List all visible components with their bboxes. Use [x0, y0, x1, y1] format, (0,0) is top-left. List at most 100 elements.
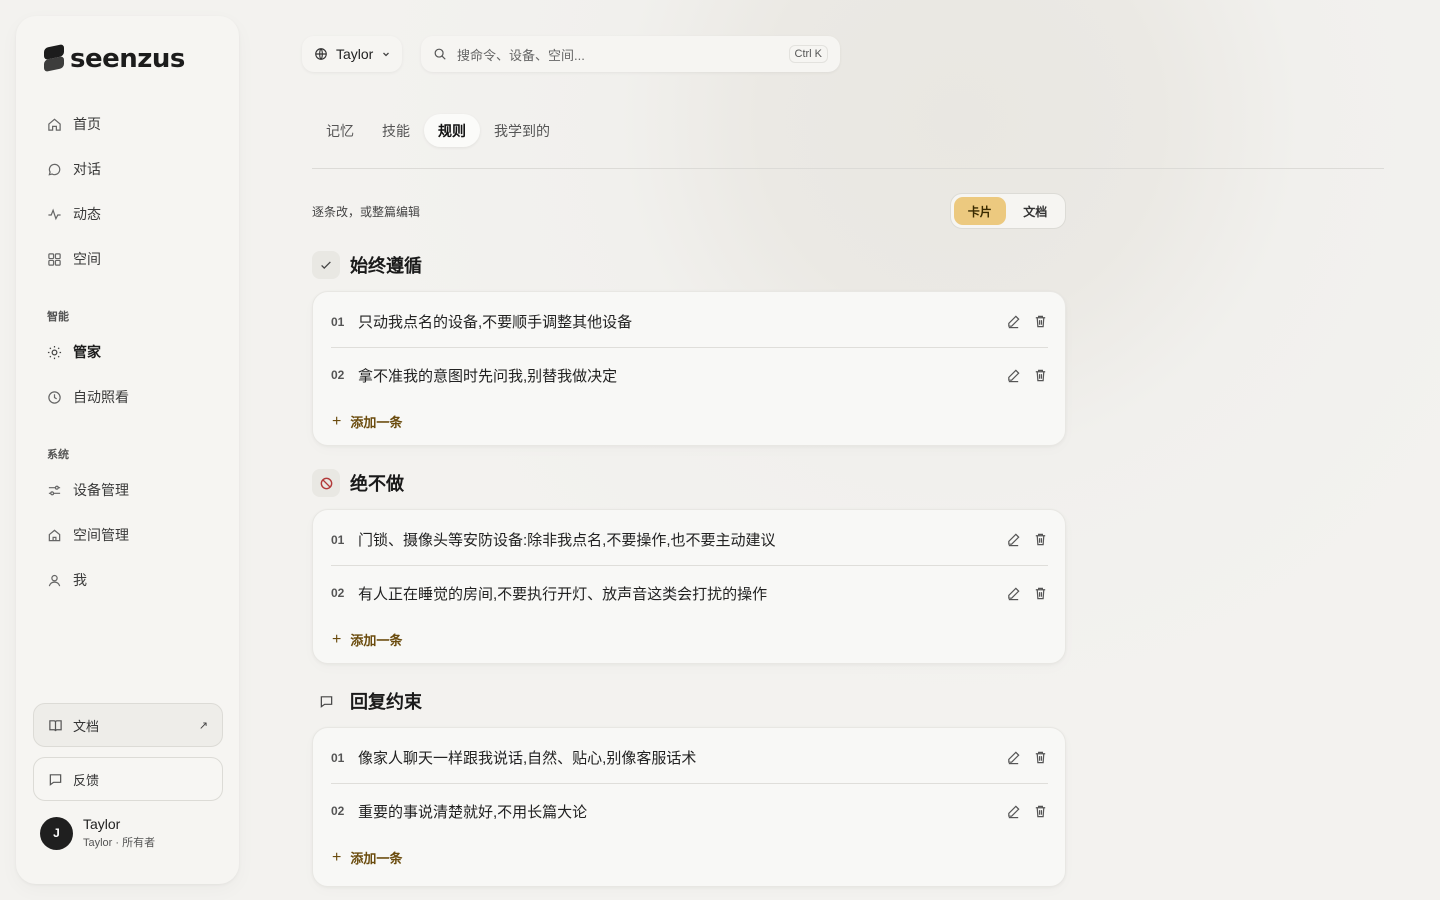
view-card-button[interactable]: 卡片: [954, 197, 1006, 225]
edit-icon[interactable]: [1006, 368, 1021, 383]
section-title: 绝不做: [350, 474, 404, 494]
nav-item-chat[interactable]: 对话: [46, 158, 101, 180]
nav-item-label: 动态: [73, 206, 101, 222]
book-icon: [48, 718, 63, 733]
nav-item-label: 管家: [73, 344, 101, 360]
section-title: 回复约束: [350, 692, 422, 712]
section-header-always: 始终遵循: [312, 251, 422, 279]
rule-text[interactable]: 拿不准我的意图时先问我,别替我做决定: [358, 365, 617, 386]
rule-number: 01: [331, 532, 345, 547]
prohibited-icon: [312, 469, 340, 497]
edit-icon[interactable]: [1006, 314, 1021, 329]
brand-logo[interactable]: seenzus: [44, 43, 185, 74]
trash-icon[interactable]: [1033, 750, 1048, 765]
rule-number: 01: [331, 750, 345, 765]
clock-icon: [46, 389, 62, 405]
trash-icon[interactable]: [1033, 314, 1048, 329]
section-header-never: 绝不做: [312, 469, 404, 497]
search-placeholder: 搜命令、设备、空间...: [457, 47, 585, 63]
add-rule-button[interactable]: + 添加一条: [332, 848, 402, 867]
rule-item: 01 像家人聊天一样跟我说话,自然、贴心,别像客服话术: [331, 732, 1048, 784]
chat-icon: [46, 161, 62, 177]
trash-icon[interactable]: [1033, 368, 1048, 383]
edit-hint: 逐条改，或整篇编辑: [312, 205, 421, 219]
add-rule-button[interactable]: + 添加一条: [332, 630, 402, 649]
activity-icon: [46, 206, 62, 222]
nav-item-auto-care[interactable]: 自动照看: [46, 386, 129, 408]
external-link-icon: ↗: [198, 719, 208, 732]
rule-number: 02: [331, 586, 345, 600]
search-shortcut: Ctrl K: [788, 45, 828, 63]
feedback-label: 反馈: [73, 772, 100, 788]
nav-item-label: 对话: [73, 161, 101, 177]
edit-icon[interactable]: [1006, 750, 1021, 765]
edit-icon[interactable]: [1006, 804, 1021, 819]
nav-item-label: 自动照看: [73, 389, 129, 405]
sidebar: seenzus 首页 对话 动态 空间 智能 管家 自动照看 系统 设备管理 空…: [16, 16, 239, 884]
trash-icon[interactable]: [1033, 586, 1048, 601]
search-input[interactable]: 搜命令、设备、空间... Ctrl K: [421, 36, 840, 72]
view-toggle: 卡片 文档: [950, 193, 1066, 229]
nav-item-me[interactable]: 我: [46, 569, 87, 591]
brand-name: seenzus: [70, 44, 185, 74]
trash-icon[interactable]: [1033, 532, 1048, 547]
tab-rules[interactable]: 规则: [424, 114, 480, 147]
nav-item-home[interactable]: 首页: [46, 113, 101, 135]
nav-item-activity[interactable]: 动态: [46, 203, 101, 225]
rule-item: 02 拿不准我的意图时先问我,别替我做决定: [331, 349, 1048, 401]
sliders-icon: [46, 482, 62, 498]
tab-skills[interactable]: 技能: [368, 114, 424, 147]
rule-number: 02: [331, 804, 345, 818]
rules-card-never: 01 门锁、摄像头等安防设备:除非我点名,不要操作,也不要主动建议 02 有人正…: [312, 509, 1066, 664]
rules-card-reply: 01 像家人聊天一样跟我说话,自然、贴心,别像客服话术 02 重要的事说清楚就好…: [312, 727, 1066, 887]
view-doc-button[interactable]: 文档: [1009, 197, 1062, 225]
tab-learned[interactable]: 我学到的: [480, 114, 564, 147]
nav-item-device-management[interactable]: 设备管理: [46, 479, 129, 501]
docs-label: 文档: [73, 718, 100, 734]
home-icon: [46, 116, 62, 132]
section-label-intelligence: 智能: [47, 311, 69, 323]
nav-item-spaces[interactable]: 空间: [46, 248, 101, 270]
nav-item-label: 我: [73, 572, 87, 588]
check-icon: [312, 251, 340, 279]
nav-item-label: 空间管理: [73, 527, 129, 543]
trash-icon[interactable]: [1033, 804, 1048, 819]
rule-number: 02: [331, 368, 345, 382]
user-profile[interactable]: J Taylor Taylor · 所有者: [40, 816, 155, 850]
edit-icon[interactable]: [1006, 532, 1021, 547]
plus-icon: +: [332, 630, 342, 648]
nav-item-label: 设备管理: [73, 482, 129, 498]
section-label-system: 系统: [47, 449, 69, 461]
rule-item: 02 重要的事说清楚就好,不用长篇大论: [331, 785, 1048, 837]
nav-item-space-management[interactable]: 空间管理: [46, 524, 129, 546]
house-icon: [46, 527, 62, 543]
globe-icon: [314, 47, 328, 61]
rule-item: 02 有人正在睡觉的房间,不要执行开灯、放声音这类会打扰的操作: [331, 567, 1048, 619]
add-rule-label: 添加一条: [350, 633, 403, 648]
nav-item-label: 首页: [73, 116, 101, 132]
rule-text[interactable]: 重要的事说清楚就好,不用长篇大论: [358, 801, 587, 822]
rule-text[interactable]: 像家人聊天一样跟我说话,自然、贴心,别像客服话术: [358, 747, 696, 768]
tab-divider: [312, 168, 1384, 169]
rule-item: 01 门锁、摄像头等安防设备:除非我点名,不要操作,也不要主动建议: [331, 514, 1048, 566]
tab-memory[interactable]: 记忆: [312, 114, 368, 147]
message-icon: [312, 687, 340, 715]
section-title: 始终遵循: [350, 256, 422, 276]
logo-mark-icon: [44, 43, 64, 73]
rule-text[interactable]: 只动我点名的设备,不要顺手调整其他设备: [358, 311, 632, 332]
add-rule-button[interactable]: + 添加一条: [332, 412, 402, 431]
rule-text[interactable]: 有人正在睡觉的房间,不要执行开灯、放声音这类会打扰的操作: [358, 583, 767, 604]
grid-icon: [46, 251, 62, 267]
rule-text[interactable]: 门锁、摄像头等安防设备:除非我点名,不要操作,也不要主动建议: [358, 529, 776, 550]
section-header-reply: 回复约束: [312, 687, 422, 715]
nav-item-butler[interactable]: 管家: [46, 341, 101, 363]
docs-button[interactable]: 文档 ↗: [33, 703, 223, 747]
sun-icon: [46, 344, 62, 360]
user-name: Taylor: [83, 816, 121, 832]
rule-number: 01: [331, 314, 345, 329]
workspace-switcher[interactable]: Taylor: [302, 36, 402, 72]
feedback-button[interactable]: 反馈: [33, 757, 223, 801]
add-rule-label: 添加一条: [350, 851, 403, 866]
avatar: J: [40, 816, 73, 850]
edit-icon[interactable]: [1006, 586, 1021, 601]
